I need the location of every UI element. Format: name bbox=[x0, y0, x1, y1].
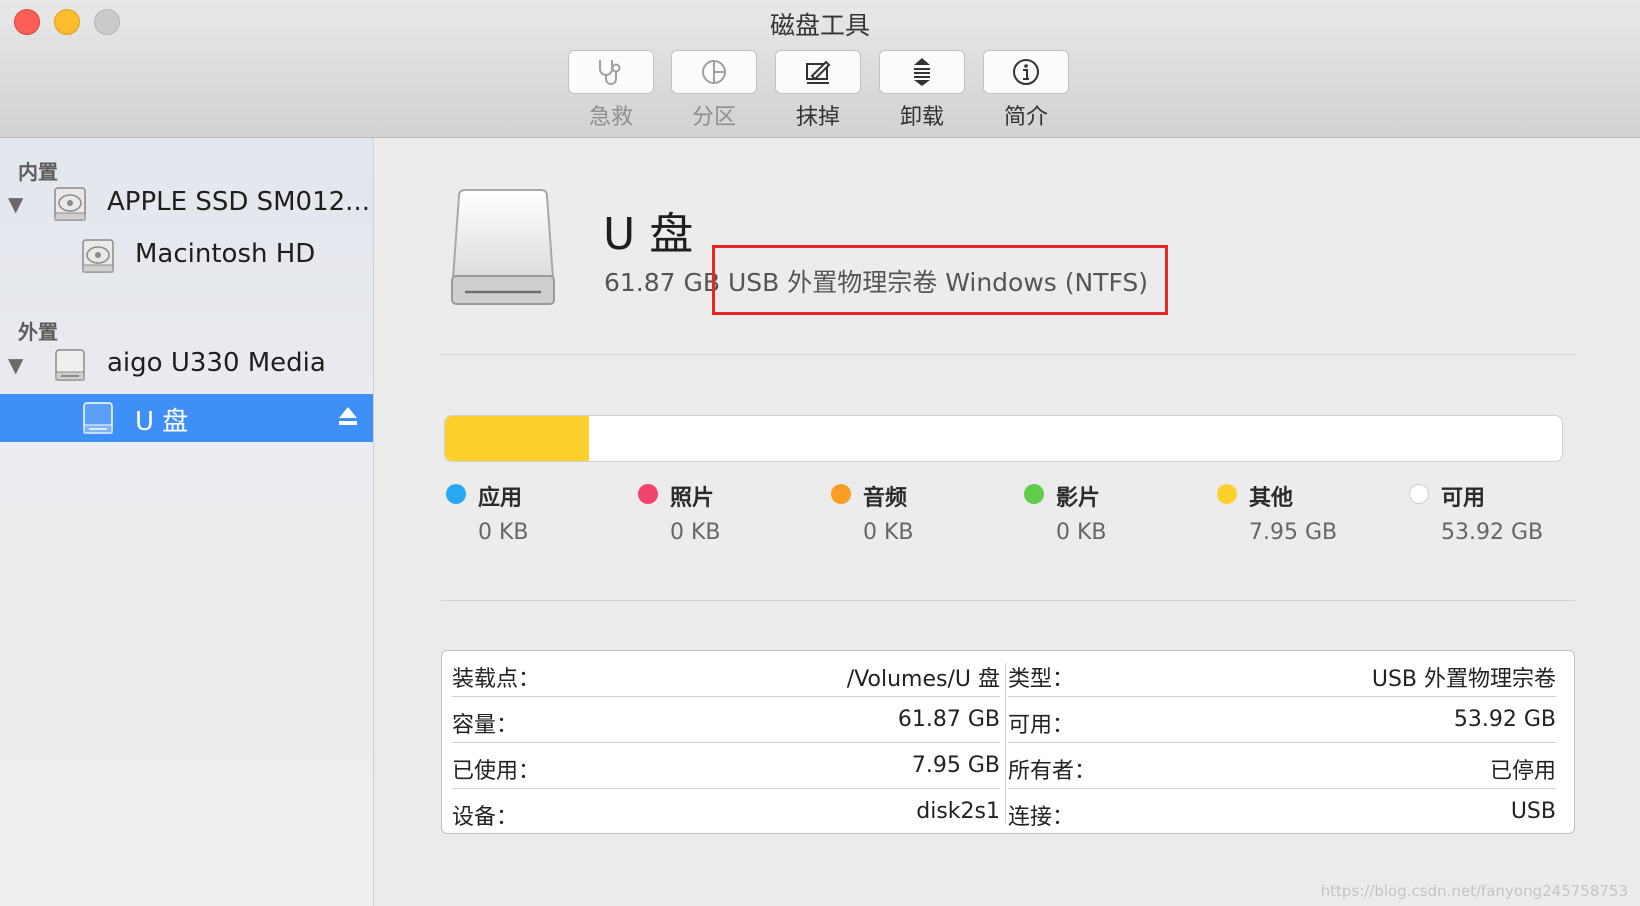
sidebar-item-label: U 盘 bbox=[135, 407, 189, 437]
info-value: 已停用 bbox=[1489, 759, 1556, 784]
volume-name: U 盘 bbox=[603, 209, 694, 260]
sidebar-item-aigo-media[interactable]: ▼ aigo U330 Media bbox=[0, 341, 373, 389]
info-label: 类型： bbox=[1008, 667, 1075, 692]
unmount-label: 卸载 bbox=[899, 105, 944, 130]
unmount-icon bbox=[914, 58, 930, 86]
pie-icon bbox=[702, 60, 726, 84]
info-row-type: 类型： USB 外置物理宗卷 bbox=[1008, 651, 1556, 697]
volume-info-table: 装载点： /Volumes/U 盘 容量： 61.87 GB 已使用： 7.95… bbox=[441, 650, 1575, 834]
info-label: 连接： bbox=[1008, 805, 1075, 830]
legend-dot bbox=[831, 484, 851, 504]
disclosure-triangle-icon[interactable]: ▼ bbox=[8, 353, 23, 377]
unmount-button[interactable]: 卸载 bbox=[879, 50, 965, 131]
legend-size: 7.95 GB bbox=[1249, 520, 1338, 545]
info-label: 所有者： bbox=[1008, 759, 1097, 784]
info-row-connection: 连接： USB bbox=[1008, 789, 1556, 835]
sidebar-item-apple-ssd[interactable]: ▼ APPLE SSD SM012... bbox=[0, 180, 373, 228]
info-label: 简介 bbox=[1003, 105, 1048, 130]
legend-size: 53.92 GB bbox=[1441, 520, 1544, 545]
legend-name: 音频 bbox=[863, 486, 908, 511]
info-row-mount-point: 装载点： /Volumes/U 盘 bbox=[452, 651, 1000, 697]
column-divider bbox=[1005, 663, 1006, 823]
sidebar-item-label: Macintosh HD bbox=[135, 239, 316, 269]
disk-utility-window: 磁盘工具 急救 分区 抹掉 卸载 简介 内置 ▼ APPLE SSD SM012… bbox=[0, 0, 1640, 906]
disclosure-triangle-icon[interactable]: ▼ bbox=[8, 192, 23, 216]
sidebar-item-u-disk[interactable]: U 盘 bbox=[0, 394, 373, 442]
legend-name: 其他 bbox=[1249, 486, 1294, 511]
info-label: 可用： bbox=[1008, 713, 1075, 738]
info-value: USB bbox=[1510, 799, 1556, 824]
legend-dot bbox=[1217, 484, 1237, 504]
external-disk-icon bbox=[55, 349, 85, 381]
info-row-device: 设备： disk2s1 bbox=[452, 789, 1000, 835]
legend-dot bbox=[1024, 484, 1044, 504]
info-column-right: 类型： USB 外置物理宗卷 可用： 53.92 GB 所有者： 已停用 连接：… bbox=[1008, 651, 1564, 835]
info-label: 装载点： bbox=[452, 667, 541, 692]
partition-button[interactable]: 分区 bbox=[671, 50, 757, 131]
legend-dot bbox=[446, 484, 466, 504]
info-icon bbox=[1013, 59, 1039, 85]
legend-size: 0 KB bbox=[478, 520, 529, 545]
legend-name: 照片 bbox=[670, 486, 715, 511]
external-volume-icon bbox=[83, 402, 113, 434]
info-value: 7.95 GB bbox=[911, 753, 1000, 778]
erase-icon bbox=[806, 60, 831, 84]
info-value: 53.92 GB bbox=[1453, 707, 1556, 732]
internal-disk-icon bbox=[54, 187, 86, 221]
sidebar-item-label: APPLE SSD SM012... bbox=[107, 187, 370, 217]
usage-bar bbox=[444, 415, 1563, 462]
annotation-highlight-box bbox=[712, 245, 1168, 315]
info-button[interactable]: 简介 bbox=[983, 50, 1069, 131]
info-value: 61.87 GB bbox=[897, 707, 1000, 732]
volume-detail-pane: U 盘 61.87 GB USB 外置物理宗卷 Windows (NTFS) 应… bbox=[375, 138, 1640, 906]
external-volume-large-icon bbox=[451, 189, 555, 305]
info-label: 设备： bbox=[452, 805, 519, 830]
window-title: 磁盘工具 bbox=[769, 11, 870, 40]
sidebar: 内置 ▼ APPLE SSD SM012... Macintosh HD 外置 … bbox=[0, 138, 374, 906]
info-label: 容量： bbox=[452, 713, 519, 738]
info-label: 已使用： bbox=[452, 759, 541, 784]
watermark: https://blog.csdn.net/fanyong245758753 bbox=[1320, 882, 1628, 900]
stethoscope-icon bbox=[599, 60, 621, 85]
info-column-left: 装载点： /Volumes/U 盘 容量： 61.87 GB 已使用： 7.95… bbox=[452, 651, 1008, 835]
info-value: USB 外置物理宗卷 bbox=[1371, 667, 1556, 692]
legend-name: 应用 bbox=[478, 486, 523, 511]
info-row-owners: 所有者： 已停用 bbox=[1008, 743, 1556, 789]
legend-size: 0 KB bbox=[1056, 520, 1107, 545]
info-row-available: 可用： 53.92 GB bbox=[1008, 697, 1556, 743]
titlebar: 磁盘工具 急救 分区 抹掉 卸载 简介 bbox=[0, 0, 1640, 138]
legend-name: 影片 bbox=[1056, 486, 1101, 511]
sidebar-item-macintosh-hd[interactable]: Macintosh HD bbox=[0, 232, 373, 280]
erase-label: 抹掉 bbox=[795, 105, 840, 130]
erase-button[interactable]: 抹掉 bbox=[775, 50, 861, 131]
legend-dot bbox=[1409, 484, 1429, 504]
legend-dot bbox=[638, 484, 658, 504]
divider bbox=[441, 600, 1575, 601]
legend-size: 0 KB bbox=[670, 520, 721, 545]
info-value: disk2s1 bbox=[916, 799, 1000, 824]
legend-name: 可用 bbox=[1441, 486, 1486, 511]
sidebar-item-label: aigo U330 Media bbox=[107, 348, 326, 378]
first-aid-label: 急救 bbox=[588, 105, 633, 130]
partition-label: 分区 bbox=[691, 105, 736, 130]
first-aid-button[interactable]: 急救 bbox=[568, 50, 654, 131]
legend-size: 0 KB bbox=[863, 520, 914, 545]
info-row-used: 已使用： 7.95 GB bbox=[452, 743, 1000, 789]
internal-volume-icon bbox=[82, 239, 114, 273]
eject-icon[interactable] bbox=[337, 404, 359, 428]
info-value: /Volumes/U 盘 bbox=[846, 667, 1000, 692]
info-row-capacity: 容量： 61.87 GB bbox=[452, 697, 1000, 743]
usage-segment-other bbox=[445, 416, 589, 461]
divider bbox=[441, 354, 1575, 355]
